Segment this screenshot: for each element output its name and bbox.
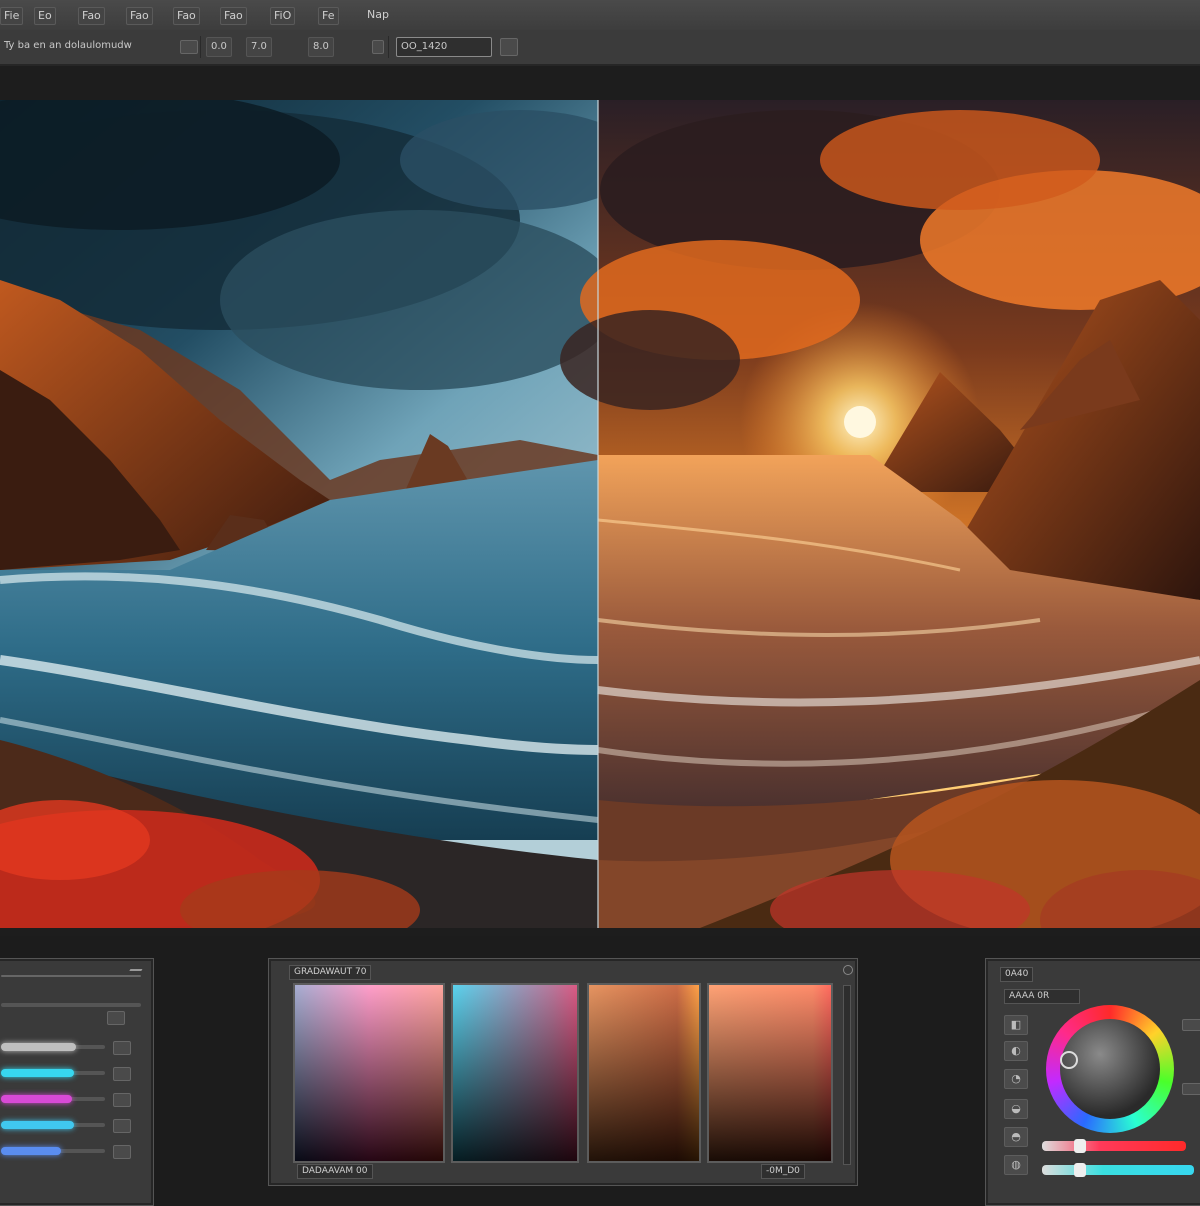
option-field-1[interactable]: 0.0 (206, 37, 232, 57)
color-wheel-inner (1060, 1019, 1160, 1119)
slider-4[interactable] (1, 1121, 74, 1129)
red-slider[interactable] (1042, 1141, 1186, 1151)
gradient-panel: GRADAWAUT 70 DADAAVAM 00 -0M_D0 (268, 958, 858, 1186)
layers-panel (0, 958, 154, 1206)
tool-icon-1[interactable]: ◧ (1004, 1015, 1028, 1035)
cyan-slider[interactable] (1042, 1165, 1194, 1175)
options-bar: Ty ba en an dolaulomudw 0.0 7.0 8.0 OO_1… (0, 30, 1200, 66)
divider (200, 36, 201, 58)
options-icon-2[interactable] (1182, 1083, 1200, 1095)
menu-item-6[interactable]: Fao (220, 7, 247, 25)
menu-item-5[interactable]: Fao (173, 7, 200, 25)
gradient-footer-left: DADAAVAM 00 (297, 1164, 373, 1179)
option-field-2[interactable]: 7.0 (246, 37, 272, 57)
slider-3[interactable] (1, 1095, 72, 1103)
tool-icon-6[interactable]: ◍ (1004, 1155, 1028, 1175)
gradient-swatch-cyan[interactable] (451, 983, 579, 1163)
divider (388, 36, 389, 58)
cyan-slider-handle[interactable] (1074, 1163, 1086, 1177)
tool-icon-5[interactable]: ◓ (1004, 1127, 1028, 1147)
panel-header-line (1, 975, 141, 977)
color-picker-handle[interactable] (1060, 1051, 1078, 1069)
color-panel: 0A40 AAAA 0R ◧ ◐ ◔ ◒ ◓ ◍ (985, 958, 1200, 1206)
dropdown-arrow-icon[interactable] (180, 40, 198, 54)
lock-icon[interactable] (107, 1011, 125, 1025)
landscape-comparison-image (0, 100, 1200, 928)
slider-5-button[interactable] (113, 1145, 131, 1159)
menu-item-2[interactable]: Eo (34, 7, 56, 25)
menu-item-4[interactable]: Fao (126, 7, 153, 25)
slider-1[interactable] (1, 1043, 76, 1051)
slider-5[interactable] (1, 1147, 61, 1155)
menu-item-1[interactable]: Fie (0, 7, 24, 25)
gradient-swatch-orange[interactable] (587, 983, 701, 1163)
canvas-image[interactable] (0, 100, 1200, 928)
gradient-panel-title: GRADAWAUT 70 (289, 965, 372, 980)
toggle-icon[interactable] (372, 40, 384, 54)
gradient-swatch-magenta[interactable] (293, 983, 445, 1163)
tool-icon-4[interactable]: ◒ (1004, 1099, 1028, 1119)
menu-item-9[interactable]: Nap (364, 7, 392, 23)
color-panel-title: 0A40 (1000, 967, 1034, 982)
brush-icon[interactable] (500, 38, 518, 56)
gradient-swatch-red[interactable] (707, 983, 833, 1163)
menu-item-7[interactable]: FiO (270, 7, 296, 25)
zoom-field[interactable]: OO_1420 (396, 37, 492, 57)
options-icon[interactable] (1182, 1019, 1200, 1031)
slider-2[interactable] (1, 1069, 74, 1077)
slider-3-button[interactable] (113, 1093, 131, 1107)
divider (1, 1003, 141, 1007)
menu-item-8[interactable]: Fe (318, 7, 339, 25)
slider-4-button[interactable] (113, 1119, 131, 1133)
color-panel-tab[interactable]: AAAA 0R (1004, 989, 1080, 1004)
menu-bar: Fie Eo Fao Fao Fao Fao FiO Fe Nap (0, 0, 1200, 31)
tool-label: Ty ba en an dolaulomudw (4, 40, 132, 51)
panel-menu-icon[interactable] (843, 965, 853, 975)
slider-1-button[interactable] (113, 1041, 131, 1055)
menu-item-3[interactable]: Fao (78, 7, 105, 25)
panel-scrollbar[interactable] (843, 985, 851, 1165)
slider-2-button[interactable] (113, 1067, 131, 1081)
red-slider-handle[interactable] (1074, 1139, 1086, 1153)
option-field-3[interactable]: 8.0 (308, 37, 334, 57)
tool-icon-3[interactable]: ◔ (1004, 1069, 1028, 1089)
tool-icon-2[interactable]: ◐ (1004, 1041, 1028, 1061)
gradient-footer-right: -0M_D0 (761, 1164, 805, 1179)
